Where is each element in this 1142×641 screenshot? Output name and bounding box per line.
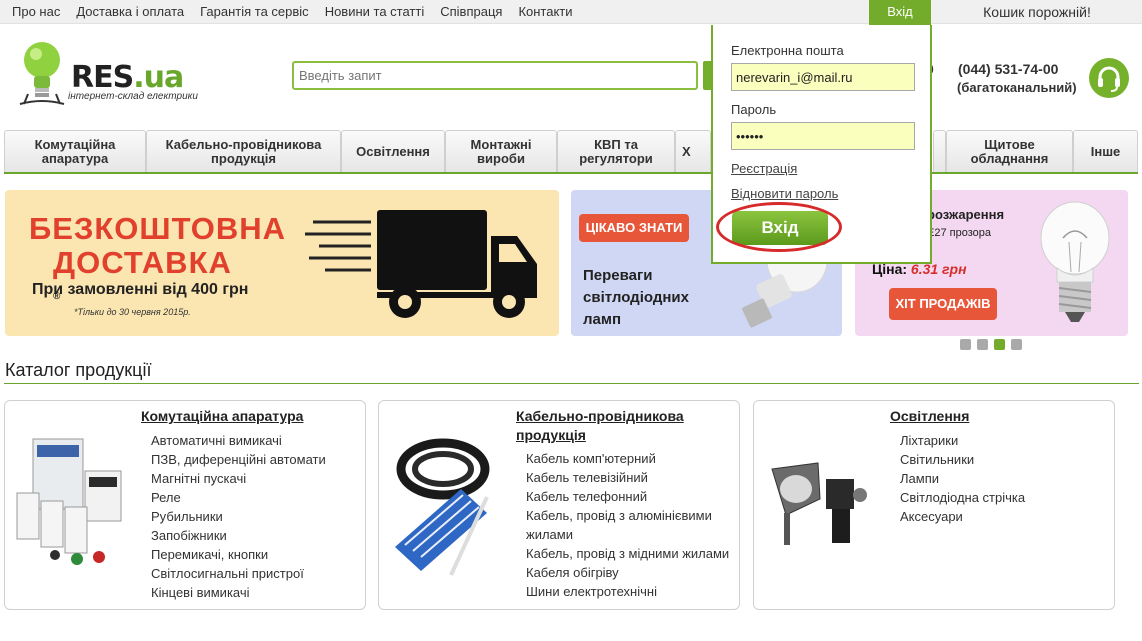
card-title-lighting[interactable]: Освітлення: [890, 407, 969, 426]
catalog-card-cables: Кабельно-провідникова продукція Кабель к…: [378, 400, 740, 610]
cat-tab-cables[interactable]: Кабельно-провідникова продукція: [146, 130, 341, 172]
card-list-switching: Автоматичні вимикачі ПЗВ, диференційні а…: [151, 431, 326, 602]
slider-dot-1[interactable]: [960, 339, 971, 350]
cart-status[interactable]: Кошик порожній!: [932, 0, 1142, 24]
nav-link-warranty[interactable]: Гарантія та сервіс: [192, 0, 317, 24]
list-item[interactable]: Кабель, провід з мідними жилами: [526, 544, 731, 563]
email-label: Електронна пошта: [731, 43, 844, 58]
top-bar: Про нас Доставка і оплата Гарантія та се…: [0, 0, 1142, 25]
list-item[interactable]: Шини електротехнічні: [526, 582, 731, 601]
list-item[interactable]: Перемикачі, кнопки: [151, 545, 326, 564]
banner-subtitle: При замовленні від 400 грн: [32, 281, 249, 298]
top-nav: Про нас Доставка і оплата Гарантія та се…: [0, 0, 581, 24]
lamps-image: [771, 462, 867, 545]
list-item[interactable]: Ліхтарики: [900, 431, 1025, 450]
catalog-card-lighting: Освітлення Ліхтарики Світильники Лампи С…: [753, 400, 1115, 610]
password-label: Пароль: [731, 102, 777, 117]
list-item[interactable]: Аксесуари: [900, 507, 1025, 526]
catalog-divider: [4, 383, 1139, 384]
phone-number[interactable]: (044) 531-74-00: [958, 61, 1058, 77]
register-link[interactable]: Реєстрація: [731, 161, 797, 176]
banner-title-line2: ДОСТАВКА: [53, 245, 232, 280]
banner-title-line1: БЕЗКОШТОВНА: [29, 211, 287, 246]
search-box: [292, 61, 698, 90]
slider-dots: [960, 339, 1022, 350]
cat-tab-panels[interactable]: Щитове обладнання: [946, 130, 1073, 172]
banner-footnote: *Тільки до 30 червня 2015р.: [74, 307, 191, 317]
lightbulb-logo-icon: [19, 42, 65, 105]
hit-sales-badge: ХІТ ПРОДАЖІВ: [889, 288, 997, 320]
cable-coil-image: [395, 438, 490, 576]
headset-icon: [1098, 66, 1120, 92]
slider-dot-3[interactable]: [994, 339, 1005, 350]
list-item[interactable]: Кабель телефонний: [526, 487, 731, 506]
list-item[interactable]: Світлосигнальні пристрої: [151, 564, 326, 583]
breakers-image: [16, 438, 122, 565]
incandescent-bulb-icon: [1040, 201, 1110, 322]
logo-tagline: інтернет-склад електрики: [68, 91, 198, 102]
list-item[interactable]: Автоматичні вимикачі: [151, 431, 326, 450]
login-button[interactable]: Вхід: [732, 211, 828, 245]
cat-tab-partial[interactable]: [933, 130, 946, 172]
banner-incandescent-title: розжарення: [927, 207, 1005, 222]
restore-password-link[interactable]: Відновити пароль: [731, 186, 838, 201]
list-item[interactable]: Магнітні пускачі: [151, 469, 326, 488]
card-title-cables[interactable]: Кабельно-провідникова продукція: [516, 407, 726, 445]
cat-tab-controllers[interactable]: КВП та регулятори: [557, 130, 675, 172]
site-logo[interactable]: RES.ua інтернет-склад електрики: [16, 38, 216, 110]
cat-tab-hidden[interactable]: Х: [675, 130, 711, 172]
list-item[interactable]: Рубильники: [151, 507, 326, 526]
list-item[interactable]: Кабель комп'ютерний: [526, 449, 731, 468]
card-list-cables: Кабель комп'ютерний Кабель телевізійний …: [526, 449, 731, 601]
nav-link-cooperation[interactable]: Співпраця: [432, 0, 510, 24]
list-item[interactable]: Кабеля обігріву: [526, 563, 731, 582]
truck-icon: [305, 210, 537, 318]
cat-tab-mounting[interactable]: Монтажні вироби: [445, 130, 557, 172]
phone-note: (багатоканальний): [957, 80, 1077, 95]
cat-tab-other[interactable]: Інше: [1073, 130, 1138, 172]
nav-link-contacts[interactable]: Контакти: [510, 0, 580, 24]
slider-dot-2[interactable]: [977, 339, 988, 350]
category-nav: Комутаційна апаратура Кабельно-провідник…: [4, 130, 1138, 174]
email-field[interactable]: [731, 63, 915, 91]
list-item[interactable]: Лампи: [900, 469, 1025, 488]
logo-main: RES: [71, 60, 134, 95]
banner-incandescent-sub: Е27 прозора: [927, 227, 991, 239]
password-field[interactable]: [731, 122, 915, 150]
list-item[interactable]: Запобіжники: [151, 526, 326, 545]
list-item[interactable]: Кабель, провід з алюмінієвими жилами: [526, 506, 731, 544]
search-input[interactable]: [294, 63, 696, 88]
list-item[interactable]: ПЗВ, диференційні автомати: [151, 450, 326, 469]
slider-dot-4[interactable]: [1011, 339, 1022, 350]
cat-tab-switching[interactable]: Комутаційна апаратура: [4, 130, 146, 172]
banner-free-delivery[interactable]: БЕЗКОШТОВНА ДОСТАВКА ® При замовленні від…: [5, 190, 559, 336]
login-tab[interactable]: Вхід: [869, 0, 931, 25]
list-item[interactable]: Світлодіодна стрічка: [900, 488, 1025, 507]
nav-link-about[interactable]: Про нас: [0, 0, 68, 24]
interesting-tag: ЦІКАВО ЗНАТИ: [579, 214, 689, 242]
card-title-switching[interactable]: Комутаційна апаратура: [141, 407, 303, 426]
catalog-title: Каталог продукції: [5, 360, 152, 380]
card-list-lighting: Ліхтарики Світильники Лампи Світлодіодна…: [900, 431, 1025, 526]
nav-link-news[interactable]: Новини та статті: [317, 0, 433, 24]
catalog-card-switching: Комутаційна апаратура Автоматичні вимика…: [4, 400, 366, 610]
list-item[interactable]: Кінцеві вимикачі: [151, 583, 326, 602]
nav-link-delivery[interactable]: Доставка і оплата: [68, 0, 192, 24]
login-dropdown: Електронна пошта Пароль Реєстрація Відно…: [711, 25, 932, 264]
list-item[interactable]: Реле: [151, 488, 326, 507]
banner-led-text: Переваги світлодіодних ламп: [583, 267, 689, 328]
cat-tab-lighting[interactable]: Освітлення: [341, 130, 445, 172]
logo-ua: .ua: [133, 60, 184, 95]
list-item[interactable]: Світильники: [900, 450, 1025, 469]
support-button[interactable]: [1089, 58, 1129, 98]
list-item[interactable]: Кабель телевізійний: [526, 468, 731, 487]
